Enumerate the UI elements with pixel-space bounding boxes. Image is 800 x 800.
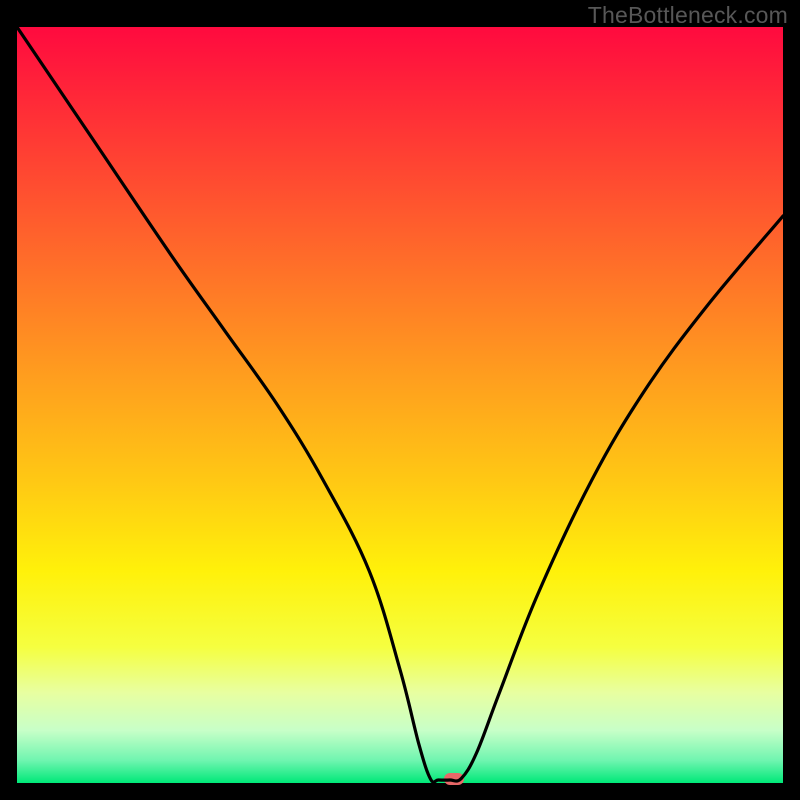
plot-area <box>17 27 783 783</box>
plot <box>17 27 783 783</box>
chart-frame: TheBottleneck.com <box>0 0 800 800</box>
watermark-text: TheBottleneck.com <box>588 2 788 29</box>
curve-line <box>17 27 783 783</box>
